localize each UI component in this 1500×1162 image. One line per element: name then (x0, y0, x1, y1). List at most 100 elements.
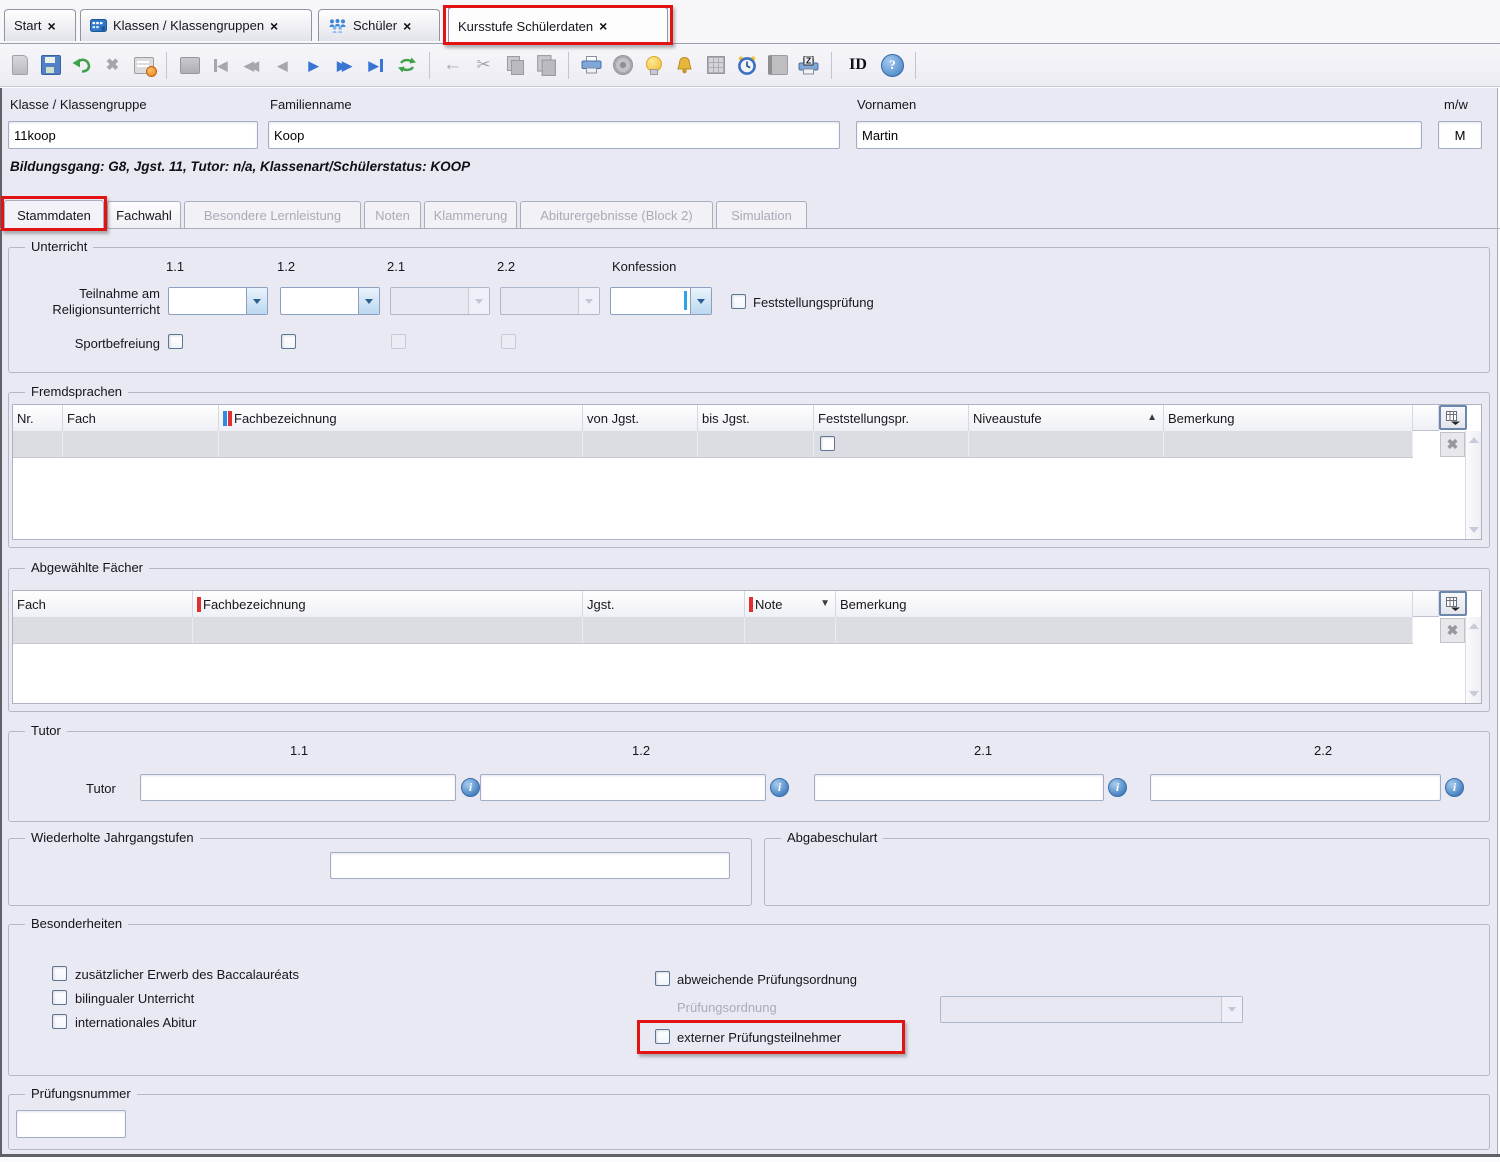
tab-fachwahl[interactable]: Fachwahl (107, 201, 181, 228)
religion-label-line1: Teilnahme am (20, 286, 160, 301)
refresh-icon[interactable] (393, 52, 420, 79)
internationales-abitur-label: internationales Abitur (75, 1015, 196, 1030)
toolbar-separator (166, 52, 167, 79)
save-icon[interactable] (37, 52, 64, 79)
abgewaehlte-table-settings-button[interactable] (1439, 591, 1467, 616)
fremdsprachen-table-settings-button[interactable] (1439, 405, 1467, 430)
alarm-clock-icon[interactable] (733, 52, 760, 79)
religion-combo-1-2[interactable] (280, 287, 380, 315)
undo-icon[interactable] (68, 52, 95, 79)
row-delete-button[interactable]: ✖ (1440, 618, 1465, 643)
next-record-icon[interactable]: ▶ (300, 52, 327, 79)
abgewaehlte-scrollbar[interactable] (1465, 617, 1481, 703)
help-icon[interactable]: ? (879, 52, 906, 79)
column-header-von-jgst[interactable]: von Jgst. (583, 405, 698, 431)
filter-marker-red (197, 597, 201, 612)
scroll-down-icon[interactable] (1469, 691, 1479, 697)
pruefungsnummer-field[interactable] (16, 1110, 126, 1138)
fremdsprachen-header-row: Nr. Fach Fachbezeichnung von Jgst. bis J… (13, 405, 1413, 432)
klasse-field[interactable] (8, 121, 258, 149)
last-record-icon[interactable]: ▶ (362, 52, 389, 79)
vornamen-label: Vornamen (857, 97, 916, 112)
panel-border-left (0, 88, 2, 1157)
form-settings-icon[interactable] (130, 52, 157, 79)
panel-border-right (1497, 88, 1498, 1154)
info-icon[interactable]: i (1108, 778, 1127, 797)
filter-marker-red (749, 597, 753, 612)
tab-close-icon[interactable]: × (270, 18, 278, 34)
bell-icon[interactable] (671, 52, 698, 79)
print-z-icon[interactable]: Z (795, 52, 822, 79)
abgewaehlte-empty-row[interactable] (13, 617, 1413, 644)
tutor-field-2-2[interactable] (1150, 774, 1441, 801)
tab-start[interactable]: Start × (4, 9, 76, 41)
unterricht-col-2-2: 2.2 (497, 259, 515, 274)
konfession-combo[interactable] (610, 287, 712, 315)
column-header-fach[interactable]: Fach (63, 405, 219, 431)
column-header-fachbezeichnung[interactable]: Fachbezeichnung (193, 591, 583, 617)
mw-label: m/w (1444, 97, 1468, 112)
column-header-bemerkung[interactable]: Bemerkung (836, 591, 1413, 617)
hint-lightbulb-icon[interactable] (640, 52, 667, 79)
familienname-field[interactable] (268, 121, 840, 149)
tutor-field-1-2[interactable] (480, 774, 766, 801)
column-header-feststellungspr[interactable]: Feststellungspr. (814, 405, 969, 431)
abweichende-pruefungsordnung-checkbox[interactable] (655, 971, 670, 986)
tab-kursstufe-schuelerdaten[interactable]: Kursstufe Schülerdaten × (448, 6, 668, 44)
scroll-down-icon[interactable] (1469, 527, 1479, 533)
column-header-bemerkung[interactable]: Bemerkung (1164, 405, 1413, 431)
chevron-down-icon[interactable] (690, 288, 711, 314)
delete-icon: ✖ (99, 52, 126, 79)
new-document-icon[interactable] (6, 52, 33, 79)
column-header-jgst[interactable]: Jgst. (583, 591, 745, 617)
externer-pruefungsteilnehmer-checkbox[interactable] (655, 1029, 670, 1044)
tab-schueler[interactable]: Schüler × (318, 9, 440, 41)
tutor-field-1-1[interactable] (140, 774, 456, 801)
religion-combo-2-1 (390, 287, 490, 315)
tutor-row-label: Tutor (86, 781, 116, 796)
row-feststellungspr-checkbox[interactable] (820, 436, 835, 451)
baccalaureat-checkbox[interactable] (52, 966, 67, 981)
column-header-note[interactable]: Note▼ (745, 591, 836, 617)
column-header-fachbezeichnung[interactable]: Fachbezeichnung (219, 405, 583, 431)
tab-stammdaten[interactable]: Stammdaten (4, 200, 104, 229)
tab-close-icon[interactable]: × (403, 18, 411, 34)
sort-descending-icon: ▼ (820, 598, 830, 609)
disc-icon (609, 52, 636, 79)
column-header-bis-jgst[interactable]: bis Jgst. (698, 405, 814, 431)
chevron-down-icon[interactable] (358, 288, 379, 314)
sportbefreiung-checkbox-1-2[interactable] (281, 334, 296, 349)
info-icon[interactable]: i (461, 778, 480, 797)
pruefungsordnung-combo (940, 996, 1243, 1023)
tab-close-icon[interactable]: × (599, 18, 607, 34)
tab-close-icon[interactable]: × (47, 18, 55, 34)
chevron-down-icon[interactable] (246, 288, 267, 314)
print-icon[interactable] (578, 52, 605, 79)
sportbefreiung-checkbox-1-1[interactable] (168, 334, 183, 349)
svg-text:Z: Z (806, 56, 811, 66)
tutor-col-1-1: 1.1 (290, 743, 308, 758)
bilingual-checkbox[interactable] (52, 990, 67, 1005)
tutor-field-2-1[interactable] (814, 774, 1104, 801)
timetable-icon (702, 52, 729, 79)
mw-field[interactable] (1438, 121, 1482, 149)
fremdsprachen-scrollbar[interactable] (1465, 431, 1481, 539)
religion-combo-1-1[interactable] (168, 287, 268, 315)
info-icon[interactable]: i (1445, 778, 1464, 797)
abgewaehlte-table: Fach Fachbezeichnung Jgst. Note▼ Bemerku… (12, 590, 1482, 704)
row-delete-button[interactable]: ✖ (1440, 432, 1465, 457)
vornamen-field[interactable] (856, 121, 1422, 149)
id-button[interactable]: ID (841, 52, 875, 79)
column-header-nr[interactable]: Nr. (13, 405, 63, 431)
feststellungspruefung-checkbox[interactable] (731, 294, 746, 309)
scroll-up-icon[interactable] (1469, 623, 1479, 629)
fremdsprachen-empty-row[interactable] (13, 431, 1413, 458)
info-icon[interactable]: i (770, 778, 789, 797)
scroll-up-icon[interactable] (1469, 437, 1479, 443)
internationales-abitur-checkbox[interactable] (52, 1014, 67, 1029)
column-header-fach[interactable]: Fach (13, 591, 193, 617)
column-header-niveaustufe[interactable]: Niveaustufe▲ (969, 405, 1164, 431)
tab-klassen-klassengruppen[interactable]: Klassen / Klassengruppen × (80, 9, 312, 41)
wiederholte-jahrgangstufen-field[interactable] (330, 852, 730, 879)
fast-next-icon[interactable]: ▶▶ (331, 52, 358, 79)
